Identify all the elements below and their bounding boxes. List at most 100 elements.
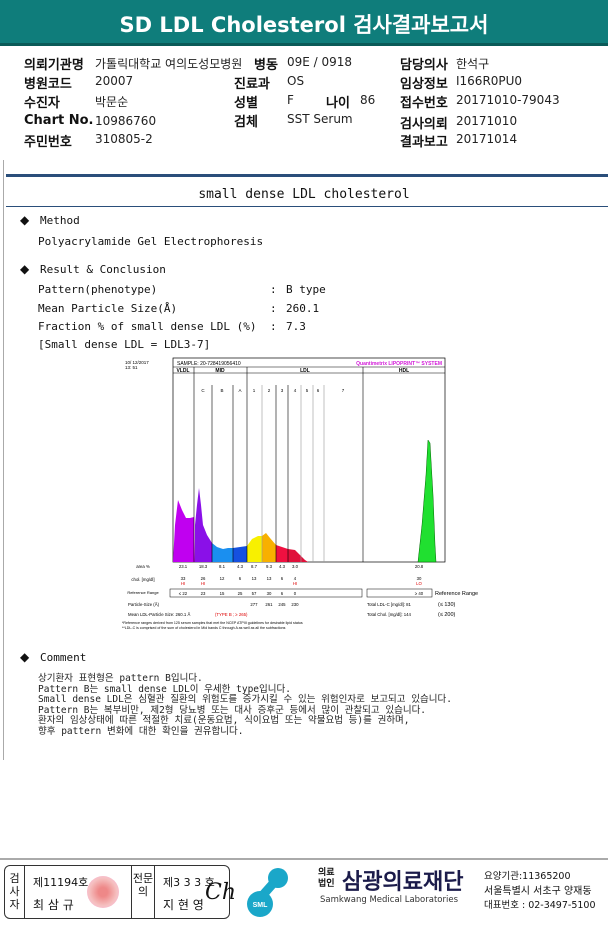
mid-c-peak: [195, 488, 212, 562]
org-address: 서울특별시 서초구 양재동: [484, 886, 592, 897]
id-label: 주민번호: [24, 135, 72, 150]
tech-label: 검사자: [5, 866, 25, 918]
chart-time: 13: 51: [125, 365, 138, 370]
result-colon: :: [270, 320, 277, 333]
ref-value: 6: [281, 591, 284, 596]
flag-label: HI: [201, 581, 205, 586]
clinical-value: I166R0PU0: [456, 74, 523, 88]
particle-size-value: 245: [278, 602, 286, 607]
footer-divider: [0, 858, 608, 860]
report-date-label: 결과보고: [400, 135, 448, 150]
report-date-value: 20171014: [456, 132, 518, 146]
type-label: (TYPE B ; ≥ 265): [215, 612, 248, 617]
total-chol-ref: (≤ 200): [438, 612, 456, 618]
area-value: 8.7: [251, 564, 258, 569]
id-value: 310805-2: [95, 132, 153, 146]
ldl4-peak: [288, 549, 308, 562]
band-dividers: [193, 367, 364, 562]
row-label-area: area %: [136, 564, 150, 569]
flag-label: LO: [416, 581, 422, 586]
sml-logo-icon: SML: [247, 868, 288, 917]
band-label: 2: [268, 388, 271, 393]
comment-line: 향후 pattern 변화에 대한 확인을 권유합니다.: [38, 725, 244, 737]
flag-label: HI: [293, 581, 297, 586]
chart-sample: SAMPLE: 20-728419056410: [177, 361, 241, 367]
org-english: Samkwang Medical Laboratories: [320, 895, 459, 905]
chart-system: Quantimetrix LIPOPRINT™ SYSTEM: [356, 361, 442, 367]
comment-line: 환자의 임상상태에 따른 적절한 치료(운동요법, 식이요법 또는 약물요법 등…: [38, 715, 410, 726]
seal-stamp-icon: [87, 876, 119, 908]
comment-line: 상기환자 표현형은 pattern B입니다.: [38, 673, 203, 684]
ldl3-peak: [276, 545, 288, 562]
request-value: 20171010: [456, 114, 518, 128]
chol-value: 13: [267, 576, 272, 581]
dept-value: OS: [287, 74, 305, 88]
chol-value: 13: [252, 576, 257, 581]
group-label: HDL: [399, 368, 409, 374]
mid-b-peak: [212, 543, 233, 562]
ref-value: 23: [201, 591, 206, 596]
area-value: 3.0: [292, 564, 299, 569]
receipt-value: 20171010-79043: [456, 93, 560, 107]
band-label: 7: [342, 388, 345, 393]
area-value: 18.3: [199, 564, 208, 569]
section-divider: [6, 174, 608, 177]
ref-value: 25: [238, 591, 243, 596]
code-value: 20007: [95, 74, 134, 88]
clinical-label: 임상정보: [400, 77, 448, 92]
area-value: 4.3: [279, 564, 286, 569]
ward-value: 09E / 0918: [287, 55, 353, 69]
chol-value: 6: [281, 576, 284, 581]
total-ldl: Total LDL-C [mg/dl]: 81: [367, 602, 412, 607]
comment-line: Small dense LDL은 심혈관 질환의 위험도를 증가시킬 수 있는 …: [38, 694, 452, 705]
doctor-label: 담당의사: [400, 58, 448, 73]
ldl1-peak: [247, 536, 262, 562]
footnote: **LDL-C is comprised of the sum of chole…: [122, 626, 286, 630]
band-label: 5: [306, 388, 309, 393]
area-value: 9.3: [266, 564, 273, 569]
doctor-value: 한석구: [456, 57, 490, 71]
sex-value: F: [287, 93, 294, 107]
section-title: small dense LDL cholesterol: [198, 187, 410, 202]
ref-value: ≥ 40: [415, 591, 424, 596]
footnote: *Reference ranges derived from 125 serum…: [122, 621, 303, 625]
dept-label: 진료과: [234, 77, 270, 92]
total-ldl-ref: (≤ 130): [438, 602, 456, 608]
lipoprint-chart: 10/ 12/2017 13: 51 SAMPLE: 20-7284190564…: [122, 357, 478, 630]
inst-value: 가톨릭대학교 여의도성모병원: [95, 57, 243, 71]
band-label: 1: [253, 388, 256, 393]
chart-no-label: Chart No.: [24, 113, 94, 128]
hdl-peak: [417, 439, 437, 563]
result-heading: Result & Conclusion: [40, 263, 166, 276]
band-label: 3: [281, 388, 284, 393]
group-label: LDL: [300, 368, 310, 374]
area-value: 20.8: [415, 564, 424, 569]
title-divider: [6, 206, 608, 207]
diamond-icon: ◆: [20, 262, 30, 276]
org-type: 의료법인: [318, 868, 335, 889]
ward-label: 병동: [254, 58, 278, 73]
receipt-label: 접수번호: [400, 96, 448, 111]
svg-text:SML: SML: [253, 902, 269, 909]
tech-name: 최 삼 규: [33, 898, 74, 912]
code-label: 병원코드: [24, 77, 72, 92]
patient-value: 박문순: [95, 95, 129, 109]
tech-no: 제11194호: [33, 876, 89, 889]
report-title: SD LDL Cholesterol 검사결과보고서: [119, 13, 489, 37]
result-value: 260.1: [286, 302, 320, 315]
result-colon: :: [270, 302, 277, 315]
doc-label: 전문의: [131, 866, 155, 918]
doc-name: 지 현 영: [163, 898, 204, 912]
area-value: 23.1: [179, 564, 188, 569]
signature: Ch: [205, 880, 237, 905]
particle-size-value: 261: [265, 602, 273, 607]
diamond-icon: ◆: [20, 213, 30, 227]
plot-frame: [172, 357, 446, 563]
band-label: 6: [317, 388, 320, 393]
electrophoresis-curve: [173, 439, 437, 563]
result-value: 7.3: [286, 320, 306, 333]
area-value: 4.3: [237, 564, 244, 569]
org-name: 삼광의료재단: [342, 870, 464, 895]
result-label: Mean Particle Size(Å): [38, 302, 178, 315]
signature-box: 검사자 제11194호 최 삼 규 전문의 제3 3 3 호 지 현 영 Ch: [4, 865, 236, 919]
